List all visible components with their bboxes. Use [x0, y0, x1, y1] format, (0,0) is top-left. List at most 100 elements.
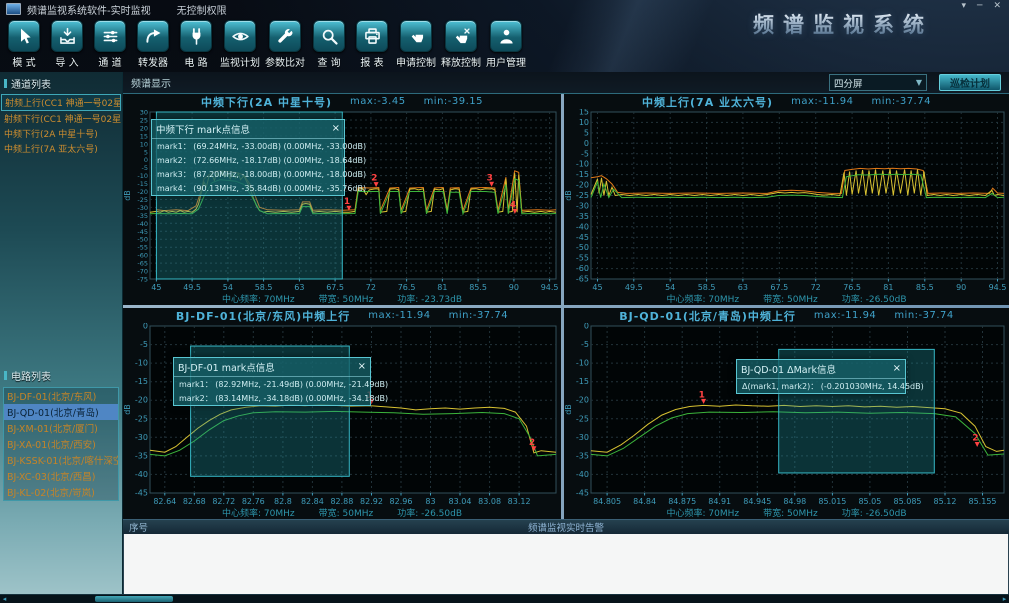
svg-text:83.04: 83.04 — [449, 497, 472, 506]
svg-text:0: 0 — [584, 323, 589, 331]
toolbar-button-release-control[interactable]: 释放控制 — [441, 20, 481, 69]
svg-text:-70: -70 — [137, 268, 148, 276]
close-icon[interactable]: × — [358, 363, 366, 371]
tooltip-row: mark4： (90.13MHz, -35.84dB) (0.00MHz, -3… — [152, 181, 344, 195]
circuit-item[interactable]: BJ-KL-02(北京/岢岚) — [4, 484, 118, 500]
hand-x-icon — [445, 20, 477, 52]
toolbar-button-user-manage[interactable]: 用户管理 — [486, 20, 526, 69]
svg-text:-40: -40 — [576, 222, 589, 231]
svg-text:-55: -55 — [137, 244, 148, 252]
toolbar-label: 用户管理 — [486, 54, 526, 69]
close-icon[interactable]: × — [332, 125, 340, 133]
svg-text:82.88: 82.88 — [330, 497, 353, 506]
toolbar-button-query[interactable]: 查 询 — [310, 20, 348, 69]
svg-text:-20: -20 — [576, 181, 589, 190]
app-window: 频谱监视系统软件-实时监视 无控制权限 ▾ ─ ✕ 频谱监视系统 模 式导 入通… — [0, 0, 1009, 603]
spectrum-plot[interactable]: 302520151050-5-10-15-20-25-30-35-40-45-5… — [123, 109, 561, 292]
toolbar-button-transponder[interactable]: 转发器 — [134, 20, 172, 69]
chart-footer: 中心频率: 70MHz带宽: 50MHz功率: -26.50dB — [123, 506, 561, 519]
svg-text:-10: -10 — [576, 359, 589, 368]
toolbar-button-channel[interactable]: 通 道 — [91, 20, 129, 69]
tooltip-row: Δ(mark1, mark2)： (-0.201030MHz, 14.45dB) — [737, 379, 905, 393]
import-icon — [51, 20, 83, 52]
svg-text:-5: -5 — [140, 340, 148, 349]
person-icon — [490, 20, 522, 52]
screen-layout-select[interactable]: 四分屏 ▼ — [829, 74, 927, 91]
toolbar-label: 监视计划 — [220, 54, 260, 69]
toolbar-label: 导 入 — [55, 54, 78, 69]
circuit-item[interactable]: BJ-XC-03(北京/西昌) — [4, 468, 118, 484]
svg-text:20: 20 — [140, 124, 148, 132]
tooltip-row: mark2： (72.66MHz, -18.17dB) (0.00MHz, -1… — [152, 153, 344, 167]
svg-text:76.5: 76.5 — [398, 283, 416, 292]
alert-table-body[interactable] — [123, 534, 1009, 597]
svg-text:-30: -30 — [576, 201, 589, 210]
svg-text:-60: -60 — [137, 252, 148, 260]
minimize-button[interactable]: ─ — [977, 1, 982, 11]
svg-text:45: 45 — [151, 283, 161, 292]
scrollbar-thumb[interactable] — [95, 596, 173, 602]
svg-text:85.155: 85.155 — [969, 497, 997, 506]
patrol-plan-button[interactable]: 巡检计划 — [939, 74, 1001, 91]
chart-max-label: max:-3.45 — [350, 96, 406, 107]
spectrum-plot[interactable]: 0-5-10-15-20-25-30-35-40-4584.80584.8484… — [564, 323, 1009, 506]
svg-text:82.92: 82.92 — [360, 497, 383, 506]
toolbar-button-import[interactable]: 导 入 — [48, 20, 86, 69]
circuit-item[interactable]: BJ-DF-01(北京/东风) — [4, 388, 118, 404]
tab-spectrum-display[interactable]: 频谱显示 — [131, 75, 171, 90]
svg-text:-15: -15 — [135, 377, 148, 386]
channel-item[interactable]: 中频上行(7A 亚太六号) — [1, 141, 121, 156]
channel-item[interactable]: 射频上行(CC1 神通一号02星) — [1, 94, 121, 111]
spectrum-plot[interactable]: 0-5-10-15-20-25-30-35-40-4582.6482.6882.… — [123, 323, 561, 506]
svg-text:82.64: 82.64 — [153, 497, 176, 506]
close-button[interactable]: ✕ — [993, 1, 1001, 11]
toolbar-button-request-control[interactable]: 申请控制 — [396, 20, 436, 69]
wrench-icon — [269, 20, 301, 52]
svg-text:85.5: 85.5 — [469, 283, 487, 292]
svg-text:83.08: 83.08 — [478, 497, 501, 506]
plug-icon — [180, 20, 212, 52]
svg-text:-40: -40 — [576, 470, 589, 479]
alert-title: 频谱监视实时告警 — [123, 520, 1009, 534]
cursor-icon — [8, 20, 40, 52]
svg-text:63: 63 — [294, 283, 304, 292]
scroll-right-icon[interactable]: ▸ — [1000, 595, 1009, 603]
tooltip-title: BJ-DF-01 mark点信息 — [178, 360, 275, 374]
toolbar-button-report[interactable]: 报 表 — [353, 20, 391, 69]
svg-text:-50: -50 — [576, 243, 589, 252]
toolbar-label: 电 路 — [184, 54, 207, 69]
circuit-item[interactable]: BJ-XA-01(北京/西安) — [4, 436, 118, 452]
toolbar-button-mode[interactable]: 模 式 — [5, 20, 43, 69]
mark-label: 2 — [972, 434, 978, 444]
toolbar-button-circuit[interactable]: 电 路 — [177, 20, 215, 69]
channel-item[interactable]: 射频下行(CC1 神通一号02星) — [1, 111, 121, 126]
svg-text:15: 15 — [579, 109, 589, 117]
svg-text:0: 0 — [584, 139, 589, 148]
permission-label: 无控制权限 — [177, 2, 227, 17]
circuit-item[interactable]: BJ-XM-01(北京/厦门) — [4, 420, 118, 436]
chart-max-label: max:-11.94 — [791, 96, 853, 107]
chart-title: BJ-DF-01(北京/东风)中频上行 — [176, 308, 350, 324]
skin-button[interactable]: ▾ — [962, 1, 967, 11]
horizontal-scrollbar[interactable]: ◂ ▸ — [0, 594, 1009, 603]
circuit-item[interactable]: BJ-QD-01(北京/青岛) — [4, 404, 118, 420]
spectrum-plot[interactable]: 151050-5-10-15-20-25-30-35-40-45-50-55-6… — [564, 109, 1009, 292]
mark-info-tooltip: 中频下行 mark点信息×mark1： (69.24MHz, -33.00dB)… — [151, 119, 345, 196]
app-title: 频谱监视系统软件-实时监视 — [27, 2, 151, 17]
y-axis-unit-label: dB — [564, 190, 573, 201]
chart-footer: 中心频率: 70MHz带宽: 50MHz功率: -26.50dB — [564, 506, 1009, 519]
close-icon[interactable]: × — [893, 365, 901, 373]
channel-item[interactable]: 中频下行(2A 中星十号) — [1, 126, 121, 141]
circuit-item[interactable]: BJ-KSSK-01(北京/喀什深空站) — [4, 452, 118, 468]
chart-title: 中频上行(7A 业太六号) — [642, 94, 773, 110]
scroll-left-icon[interactable]: ◂ — [0, 595, 9, 603]
svg-text:72: 72 — [366, 283, 376, 292]
svg-text:84.98: 84.98 — [783, 497, 806, 506]
svg-text:82.96: 82.96 — [390, 497, 413, 506]
svg-text:85.015: 85.015 — [818, 497, 846, 506]
toolbar-button-monitor-plan[interactable]: 监视计划 — [220, 20, 260, 69]
toolbar-button-param-compare[interactable]: 参数比对 — [265, 20, 305, 69]
svg-text:58.5: 58.5 — [698, 283, 716, 292]
toolbar-label: 通 道 — [98, 54, 121, 69]
chart-min-label: min:-37.74 — [872, 96, 931, 107]
